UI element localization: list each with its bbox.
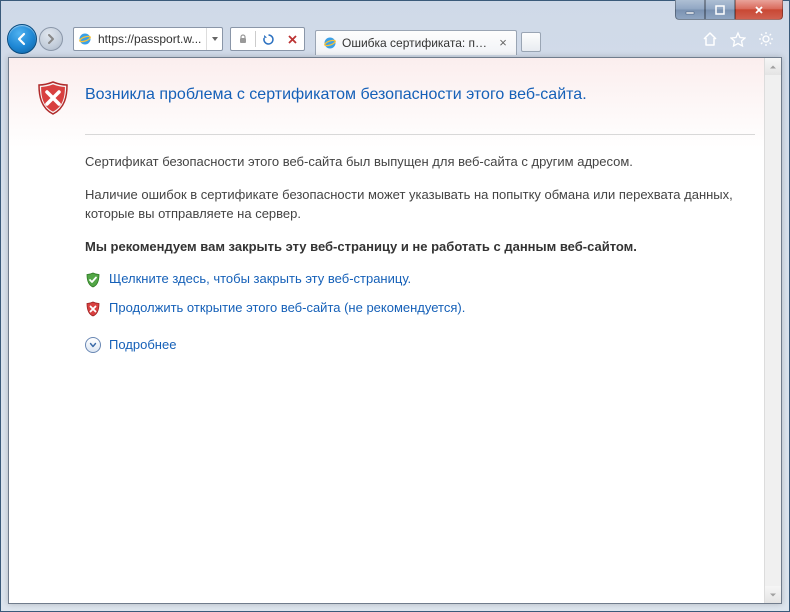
forward-button[interactable] <box>39 27 63 51</box>
maximize-button[interactable] <box>705 0 735 20</box>
address-bar <box>73 27 223 51</box>
favorites-icon[interactable] <box>729 30 747 48</box>
tab-close-icon[interactable]: × <box>496 36 510 50</box>
window-controls <box>675 0 783 20</box>
shield-warning-icon <box>35 80 71 116</box>
more-info-toggle[interactable]: Подробнее <box>85 336 755 355</box>
shield-ok-icon <box>85 272 101 288</box>
new-tab-button[interactable] <box>521 32 541 52</box>
window-titlebar <box>1 1 789 23</box>
url-input[interactable] <box>96 32 206 46</box>
vertical-scrollbar[interactable] <box>764 58 781 603</box>
minimize-button[interactable] <box>675 0 705 20</box>
chevron-down-icon <box>85 337 101 353</box>
browser-window: Ошибка сертификата: пер... × <box>0 0 790 612</box>
close-page-link-label: Щелкните здесь, чтобы закрыть эту веб-ст… <box>109 270 411 289</box>
stop-icon[interactable] <box>280 28 304 50</box>
close-window-button[interactable] <box>735 0 783 20</box>
page-viewport: Возникла проблема с сертификатом безопас… <box>8 57 782 604</box>
page-title: Возникла проблема с сертификатом безопас… <box>85 86 587 104</box>
certificate-error-page: Возникла проблема с сертификатом безопас… <box>9 58 781 603</box>
continue-anyway-link-label: Продолжить открытие этого веб-сайта (не … <box>109 299 465 318</box>
cert-error-description-2: Наличие ошибок в сертификате безопасност… <box>85 186 755 224</box>
toolbar-right <box>701 30 783 48</box>
tab-strip: Ошибка сертификата: пер... × <box>315 26 541 52</box>
more-info-label: Подробнее <box>109 336 176 355</box>
continue-anyway-link[interactable]: Продолжить открытие этого веб-сайта (не … <box>85 299 755 318</box>
security-lock-icon[interactable] <box>231 28 255 50</box>
cert-error-description-1: Сертификат безопасности этого веб-сайта … <box>85 153 755 172</box>
divider <box>85 134 755 135</box>
ie-favicon-icon <box>74 28 96 50</box>
refresh-icon[interactable] <box>256 28 280 50</box>
browser-tab[interactable]: Ошибка сертификата: пер... × <box>315 30 517 55</box>
close-page-link[interactable]: Щелкните здесь, чтобы закрыть эту веб-ст… <box>85 270 755 289</box>
url-dropdown-icon[interactable] <box>206 28 222 50</box>
tools-icon[interactable] <box>757 30 775 48</box>
back-button[interactable] <box>7 24 37 54</box>
nav-toolbar: Ошибка сертификата: пер... × <box>1 23 789 55</box>
shield-danger-icon <box>85 301 101 317</box>
home-icon[interactable] <box>701 30 719 48</box>
page-body: Сертификат безопасности этого веб-сайта … <box>85 153 755 355</box>
scroll-down-button[interactable] <box>765 586 781 603</box>
address-tools <box>230 27 305 51</box>
cert-error-recommendation: Мы рекомендуем вам закрыть эту веб-стран… <box>85 238 755 257</box>
tab-favicon-icon <box>322 35 338 51</box>
tab-title: Ошибка сертификата: пер... <box>342 36 492 50</box>
scroll-up-button[interactable] <box>765 58 781 75</box>
